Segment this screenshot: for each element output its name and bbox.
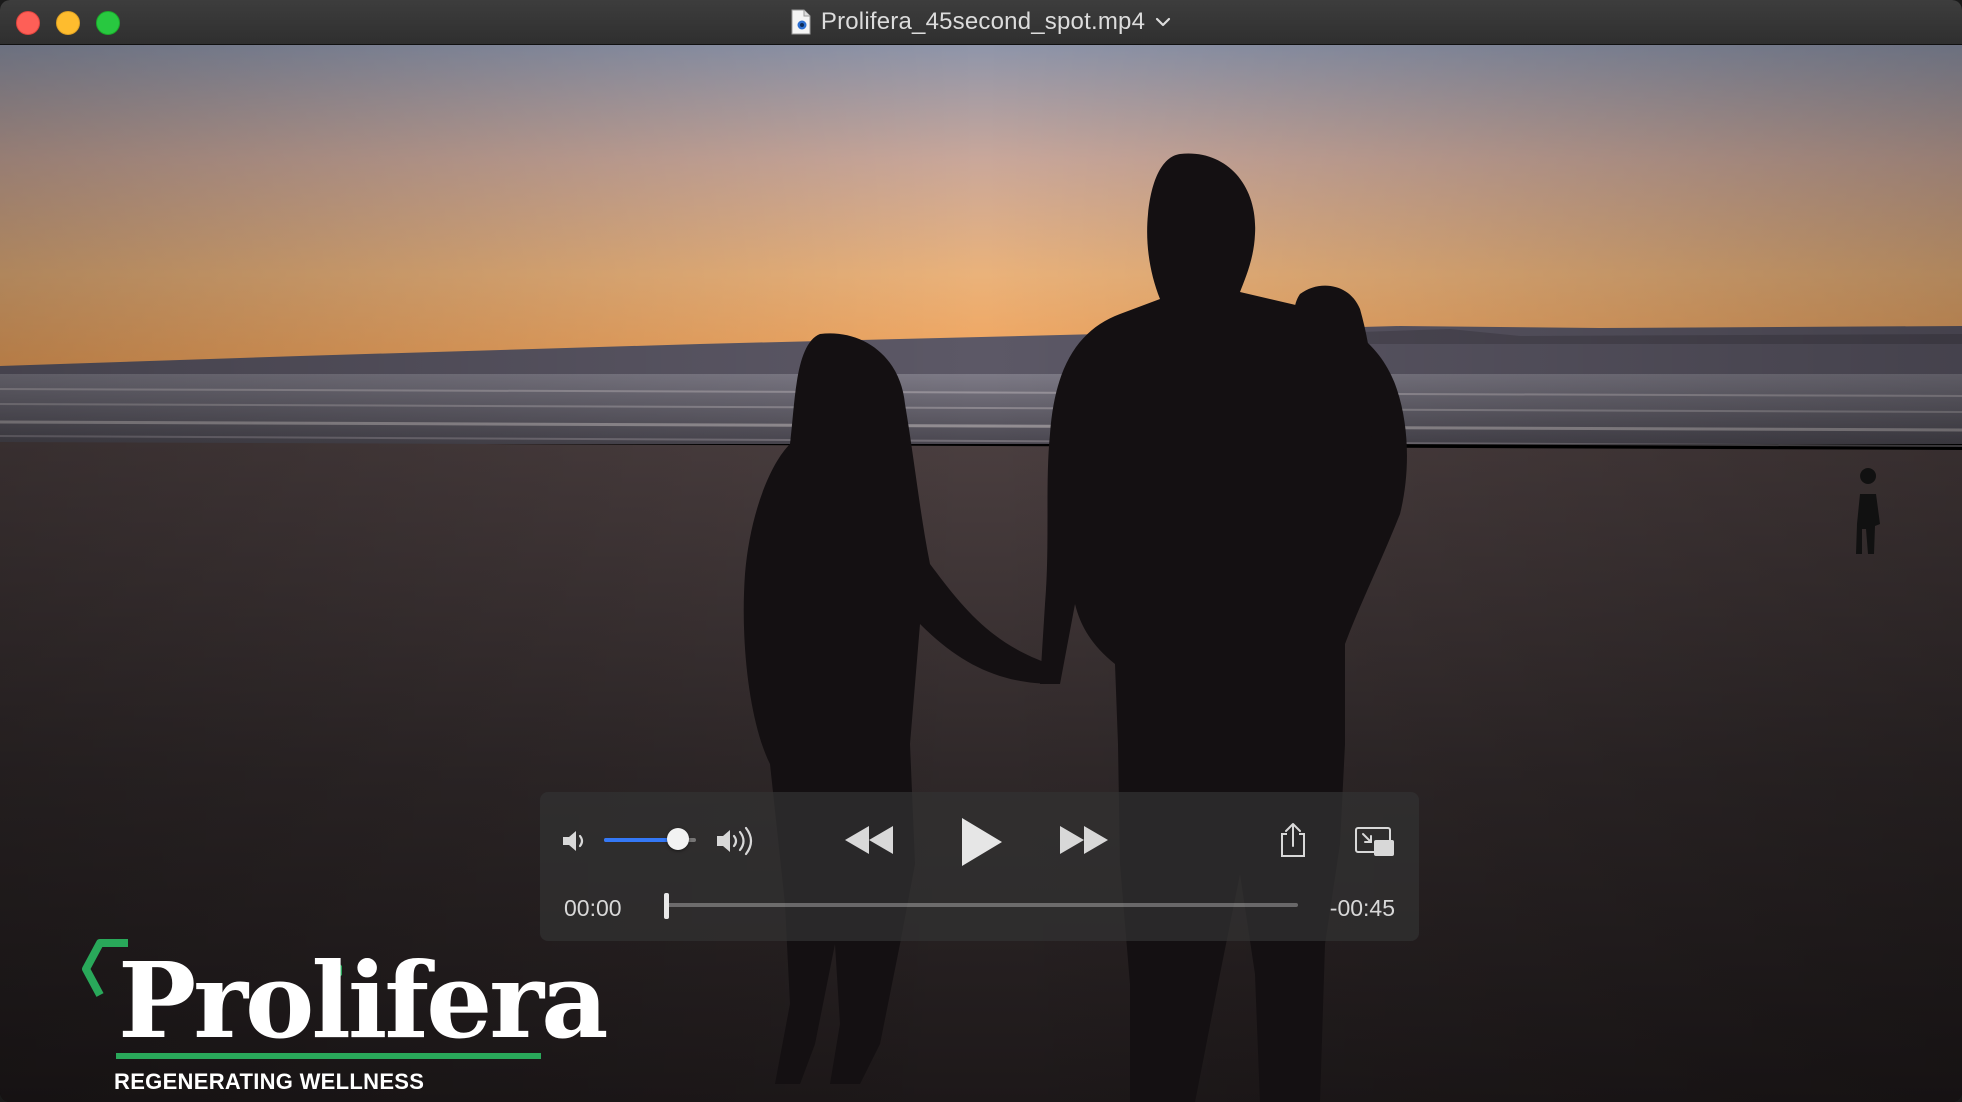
picture-in-picture-icon[interactable] xyxy=(1354,826,1396,858)
volume-slider-knob[interactable] xyxy=(666,828,689,850)
brand-name: Prolifera xyxy=(118,939,608,1062)
window-title-group[interactable]: Prolifera_45second_spot.mp4 xyxy=(0,0,1962,44)
share-icon[interactable] xyxy=(1277,822,1309,858)
playback-scrubber[interactable] xyxy=(664,903,1298,907)
scrubber-playhead[interactable] xyxy=(664,893,669,919)
title-bar[interactable]: Prolifera_45second_spot.mp4 xyxy=(0,0,1962,45)
fast-forward-icon[interactable] xyxy=(1058,822,1110,858)
video-frame[interactable]: Prolifera REGENERATING WELLNESS xyxy=(0,44,1962,1102)
play-icon[interactable] xyxy=(956,814,1006,870)
window-title: Prolifera_45second_spot.mp4 xyxy=(820,8,1146,35)
volume-high-icon[interactable] xyxy=(714,824,758,858)
quicktime-window: Prolifera_45second_spot.mp4 Prolifera RE… xyxy=(0,0,1962,1102)
brand-underline xyxy=(116,1053,541,1059)
document-icon xyxy=(791,9,811,35)
chevron-down-icon[interactable] xyxy=(1155,17,1171,27)
brand-tagline: REGENERATING WELLNESS xyxy=(114,1069,425,1094)
brand-logo: Prolifera REGENERATING WELLNESS xyxy=(80,939,608,1099)
current-time: 00:00 xyxy=(564,895,622,921)
remaining-time: -00:45 xyxy=(1329,895,1395,921)
playback-controls: 00:00 -00:45 xyxy=(540,792,1419,941)
volume-low-icon[interactable] xyxy=(560,826,590,856)
rewind-icon[interactable] xyxy=(843,822,895,858)
